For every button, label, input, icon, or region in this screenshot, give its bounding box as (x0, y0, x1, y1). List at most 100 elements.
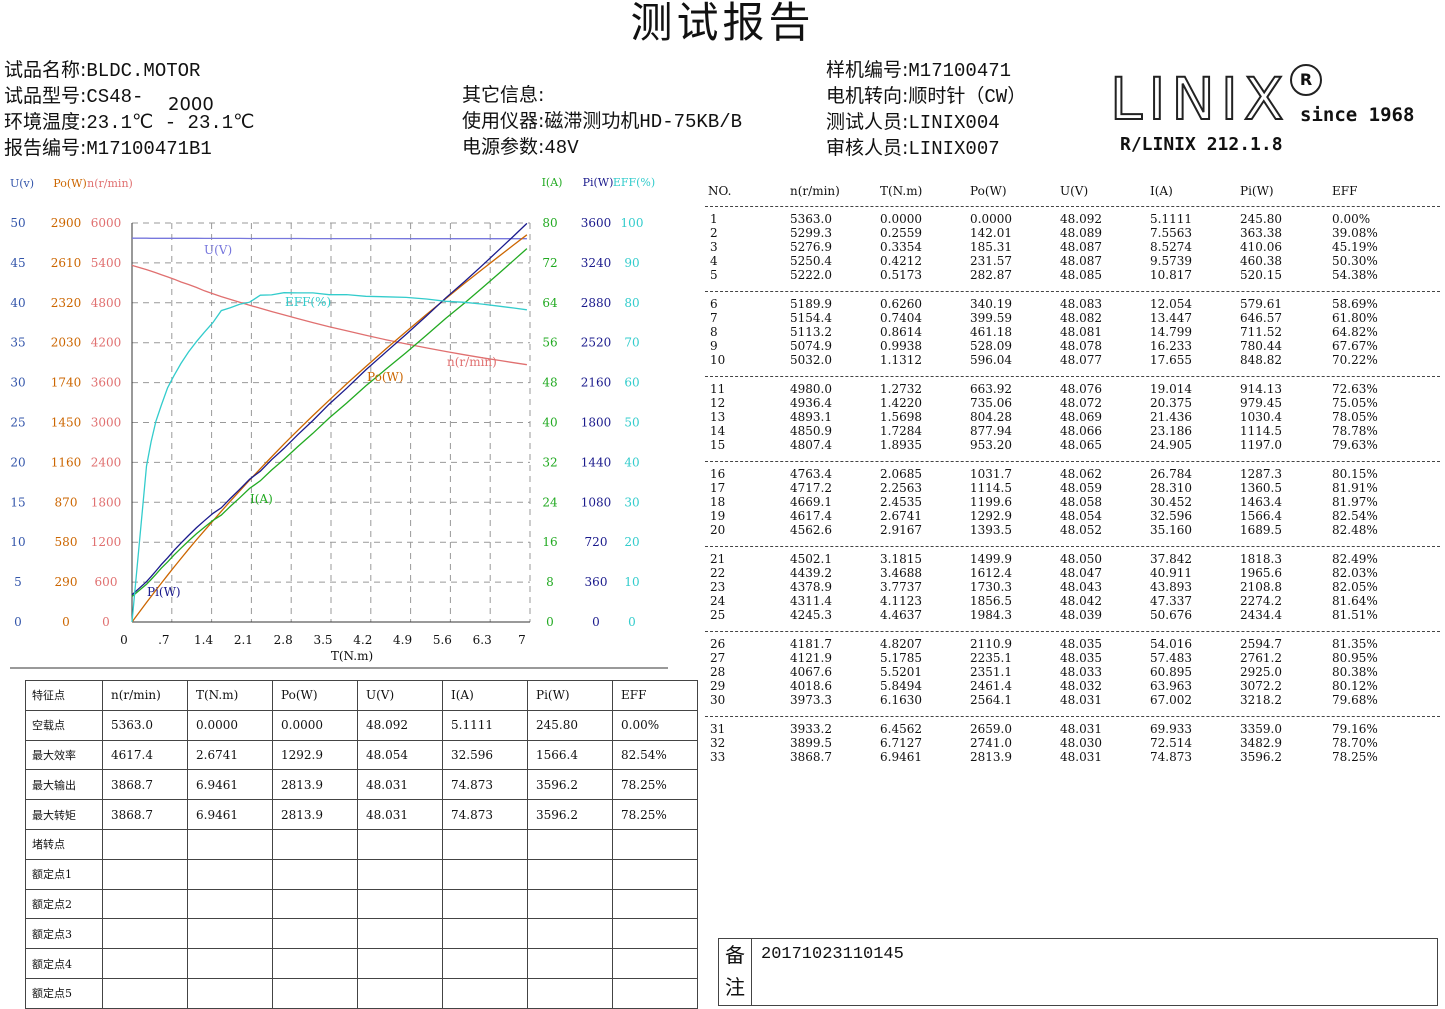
feature-table-cell: 74.873 (442, 799, 528, 830)
left-axis-tick-label: 45 (10, 256, 25, 270)
feature-table-cell (102, 888, 188, 920)
feature-table-header-cell: 特征点 (25, 680, 103, 711)
left-axis-tick-label: 290 (55, 575, 78, 589)
feature-table-cell: 4617.4 (102, 739, 188, 771)
measurement-table-cell: 48.059 (1060, 481, 1102, 496)
right-axis-tick-label: 40 (624, 455, 639, 469)
measurement-table-header-cell: n(r/min) (790, 184, 840, 198)
measurement-table-cell: 82.05% (1332, 580, 1378, 595)
measurement-table-cell: 48.082 (1060, 311, 1102, 326)
measurement-table-cell: 2108.8 (1240, 580, 1282, 595)
measurement-table-cell: 1566.4 (1240, 509, 1282, 524)
measurement-table-cell: 4067.6 (790, 665, 832, 680)
measurement-table-cell: 74.873 (1150, 750, 1192, 765)
right-axis-tick-label: 2520 (581, 336, 612, 350)
measurement-table-cell: 3.7737 (880, 580, 922, 595)
measurement-table-cell: 663.92 (970, 382, 1012, 396)
measurement-table-cell: 4893.1 (790, 410, 832, 425)
measurement-table-cell: 30 (710, 693, 726, 708)
feature-table-cell: 2813.9 (272, 799, 358, 830)
x-tick-label: 5.6 (433, 633, 452, 647)
feature-table-cell (357, 888, 443, 920)
right-axis-tick-label: 1080 (581, 495, 612, 509)
feature-table-header-cell: EFF (612, 680, 698, 711)
feature-table-cell: 5.1111 (442, 709, 528, 741)
measurement-table-cell: 81.51% (1332, 608, 1378, 623)
measurement-table-cell: 54.016 (1150, 637, 1192, 651)
measurement-table-cell: 48.081 (1060, 325, 1102, 340)
measurement-table-header-cell: Po(W) (970, 184, 1007, 198)
info-item-tester: 测试人员:LINIX004 (826, 111, 1000, 134)
feature-table-header-cell: Po(W) (272, 680, 358, 711)
feature-table-cell: 6.9461 (187, 799, 273, 830)
x-tick-label: 2.1 (234, 633, 253, 647)
right-axis-tick-label: 720 (585, 535, 608, 549)
measurement-table-cell: 82.48% (1332, 523, 1378, 538)
measurement-table-cell: 20 (710, 523, 726, 538)
measurement-table-cell: 0.3354 (880, 240, 922, 255)
measurement-table-cell: 2110.9 (970, 637, 1012, 651)
feature-table-cell (187, 918, 273, 950)
measurement-table-cell: 528.09 (970, 339, 1012, 354)
measurement-table-cell: 2.2563 (880, 481, 922, 496)
right-axis-tick-label: 20 (624, 535, 639, 549)
measurement-table-cell: 48.077 (1060, 353, 1102, 368)
measurement-table-cell: 1499.9 (970, 552, 1012, 566)
measurement-table-cell: 31 (710, 722, 726, 736)
x-tick-label: 4.2 (353, 633, 372, 647)
measurement-table-cell: 48.033 (1060, 665, 1102, 680)
feature-table-row: 额定点2 (25, 888, 698, 920)
left-axis-tick-label: 20 (10, 455, 25, 469)
measurement-table-cell: 7 (710, 311, 718, 326)
series-line-eff (131, 292, 527, 623)
x-tick-label: .7 (158, 633, 169, 647)
measurement-table-cell: 48.083 (1060, 297, 1102, 311)
measurement-table-cell: 4378.9 (790, 580, 832, 595)
measurement-table-cell: 282.87 (970, 268, 1012, 283)
measurement-table-cell: 231.57 (970, 254, 1012, 269)
measurement-table-cell: 4245.3 (790, 608, 832, 623)
right-axis-tick-label: 8 (546, 575, 554, 589)
right-axis-tick-label: 56 (542, 336, 557, 350)
measurement-table-cell: 10.817 (1150, 268, 1192, 283)
feature-table-cell (442, 977, 528, 1009)
feature-table-row: 额定点5 (25, 977, 698, 1009)
measurement-table-cell: 6 (710, 297, 718, 311)
feature-table-cell (102, 948, 188, 979)
brand-since: since 1968 (1300, 104, 1415, 126)
measurement-table-cell: 48.031 (1060, 750, 1102, 765)
left-axis-tick-label: 0 (14, 615, 22, 629)
measurement-table-cell: 29 (710, 679, 726, 694)
left-axis-tick-label: 0 (102, 615, 110, 629)
left-axis-tick-label: 1200 (91, 535, 122, 549)
measurement-table-cell: 953.20 (970, 438, 1012, 453)
measurement-table-cell: 1 (710, 212, 718, 226)
measurement-table-header-cell: EFF (1332, 184, 1358, 198)
measurement-table-cell: 67.002 (1150, 693, 1192, 708)
info-item-direction: 电机转向:顺时针（CW） (826, 85, 1027, 108)
measurement-table-cell: 78.05% (1332, 410, 1378, 425)
measurement-table-cell: 245.80 (1240, 212, 1282, 226)
measurement-table-cell: 4717.2 (790, 481, 832, 496)
feature-table-cell: 2.6741 (187, 739, 273, 771)
measurement-table-cell: 48.054 (1060, 509, 1102, 524)
left-axis-tick-label: 2900 (51, 216, 82, 230)
measurement-table-cell: 3072.2 (1240, 679, 1282, 694)
x-tick-label: 3.5 (313, 633, 332, 647)
measurement-table-cell: 28 (710, 665, 726, 680)
measurement-table-cell: 81.97% (1332, 495, 1378, 510)
group-separator (705, 546, 1440, 547)
measurement-table-cell: 82.54% (1332, 509, 1378, 524)
left-axis-tick-label: 5 (14, 575, 22, 589)
measurement-table-cell: 64.82% (1332, 325, 1378, 340)
feature-table-cell: 3596.2 (527, 769, 613, 801)
feature-table-row: 最大输出 3868.7 6.9461 2813.9 48.031 74.873 3596.2… (25, 769, 698, 801)
measurement-table-cell: 80.15% (1332, 467, 1378, 481)
left-axis-tick-label: 4200 (91, 336, 122, 350)
measurement-table-cell: 48.035 (1060, 651, 1102, 666)
measurement-table-cell: 16.233 (1150, 339, 1192, 354)
feature-table-row: 额定点3 (25, 918, 698, 950)
feature-table-cell: 48.054 (357, 739, 443, 771)
measurement-table-cell: 9 (710, 339, 718, 354)
measurement-table-cell: 0.6260 (880, 297, 922, 311)
